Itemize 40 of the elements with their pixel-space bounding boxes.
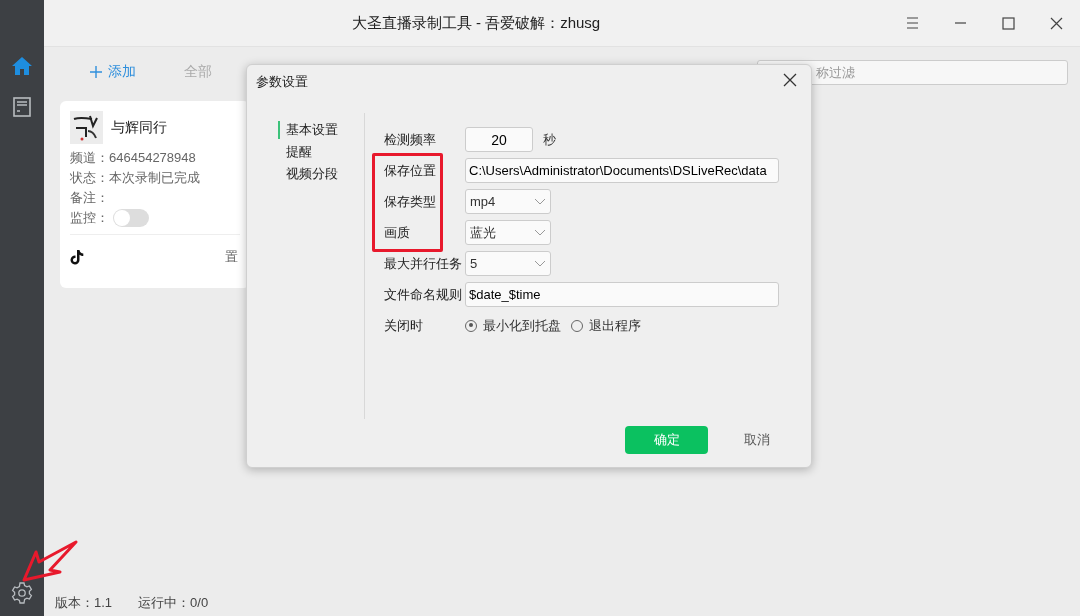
info-text: 备注：: [70, 189, 109, 207]
arrow-drawing: [22, 540, 78, 582]
field-label: 保存位置: [384, 161, 437, 180]
dialog-title: 参数设置: [256, 73, 308, 91]
window-title: 大圣直播录制工具 - 吾爱破解：zhusg: [350, 13, 602, 33]
channel-name: 与辉同行: [111, 118, 167, 137]
nav-item[interactable]: 提醒: [278, 143, 364, 161]
pin-link[interactable]: 置: [225, 248, 240, 266]
field-label: 保存类型: [384, 192, 437, 211]
plus-icon: [90, 66, 102, 78]
field-label: 文件命名规则: [384, 285, 463, 304]
chevron-down-icon: [534, 198, 546, 205]
chevron-down-icon: [534, 229, 546, 236]
dropdown[interactable]: 5: [465, 251, 551, 276]
field-label: 检测频率: [384, 130, 437, 149]
music-note-icon: [70, 249, 84, 265]
settings-icon[interactable]: [11, 582, 33, 604]
radio-label[interactable]: 最小化到托盘: [483, 316, 561, 335]
dropdown[interactable]: mp4: [465, 189, 551, 214]
nav-item[interactable]: 视频分段: [278, 165, 364, 183]
unit-label: 秒: [543, 130, 556, 149]
monitor-label: 监控：: [70, 209, 109, 227]
version-text: 版本：1.1: [55, 594, 113, 612]
field-label: 画质: [384, 223, 411, 242]
running-count: 运行中：0/0: [138, 594, 209, 612]
toggle-switch[interactable]: [113, 209, 149, 227]
dropdown[interactable]: 蓝光: [465, 220, 551, 245]
radio-label[interactable]: 退出程序: [589, 316, 641, 335]
chevron-down-icon: [534, 260, 546, 267]
home-icon[interactable]: [11, 56, 33, 76]
input-field[interactable]: $date_$time: [465, 282, 779, 307]
cancel-button[interactable]: 取消: [744, 431, 770, 449]
field-label: 最大并行任务: [384, 254, 463, 273]
input-field[interactable]: C:\Users\Administrator\Documents\DSLiveRec\data: [465, 158, 779, 183]
close-icon[interactable]: [783, 73, 797, 87]
info-text: 状态：本次录制已完成: [70, 169, 200, 187]
info-text: 频道：646454278948: [70, 149, 196, 167]
field-label: 关闭时: [384, 316, 424, 335]
document-icon[interactable]: [13, 97, 31, 117]
number-field[interactable]: 20: [465, 127, 533, 152]
